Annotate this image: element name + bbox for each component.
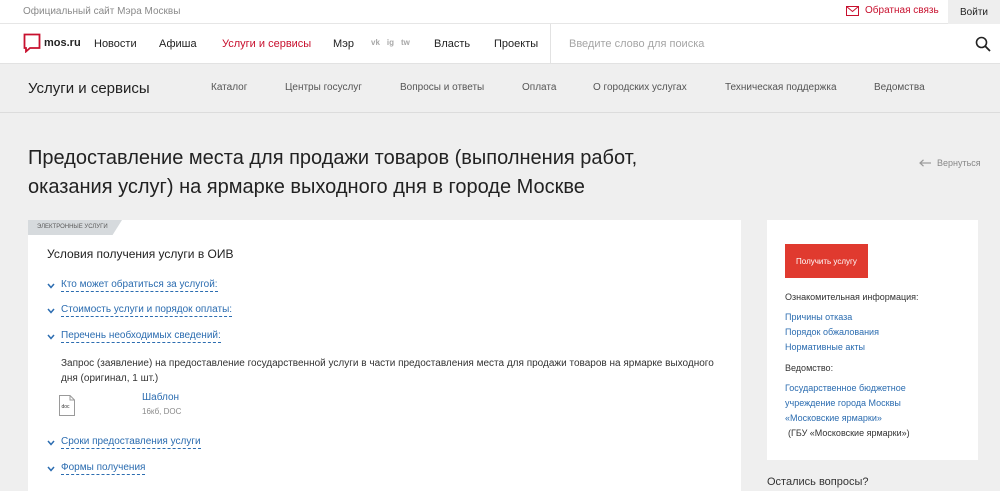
page-title-line-2: оказания услуг) на ярмарке выходного дня… xyxy=(28,176,585,198)
subnav-faq[interactable]: Вопросы и ответы xyxy=(400,82,484,93)
page-title: Предоставление места для продажи товаров… xyxy=(28,144,788,202)
nav-news[interactable]: Новости xyxy=(94,38,137,50)
accordion-label: Кто может обратиться за услугой: xyxy=(61,279,218,292)
department-label: Ведомство: xyxy=(785,363,834,373)
accordion-who-can-apply[interactable]: Кто может обратиться за услугой: xyxy=(47,279,218,292)
subnav-support[interactable]: Техническая поддержка xyxy=(725,82,837,93)
electronic-services-tag: Электронные услуги xyxy=(28,220,122,235)
social-links: vk ig tw xyxy=(371,38,410,47)
feedback-label: Обратная связь xyxy=(865,5,939,16)
arrow-left-icon xyxy=(919,159,931,167)
accordion-label: Формы получения xyxy=(61,462,146,475)
link-regulations[interactable]: Нормативные акты xyxy=(785,342,865,352)
request-line-2: дня (оригинал, 1 шт.) xyxy=(61,373,159,384)
more-questions-heading: Остались вопросы? xyxy=(767,476,869,488)
top-bar: Официальный сайт Мэра Москвы Обратная св… xyxy=(0,0,1000,24)
logo-text: mos.ru xyxy=(44,37,81,49)
nav-projects[interactable]: Проекты xyxy=(494,38,538,50)
envelope-icon xyxy=(846,5,859,16)
doc-file-icon: doc xyxy=(59,395,75,416)
chevron-down-icon xyxy=(47,466,55,472)
nav-services[interactable]: Услуги и сервисы xyxy=(222,38,311,50)
official-site-label: Официальный сайт Мэра Москвы xyxy=(23,6,181,17)
service-sidebar: Получить услугу Ознакомительная информац… xyxy=(767,220,978,460)
subnav-service-centers[interactable]: Центры госуслуг xyxy=(285,82,362,93)
request-line-1: Запрос (заявление) на предоставление гос… xyxy=(61,358,714,369)
nav-afisha[interactable]: Афиша xyxy=(159,38,197,50)
logo-icon xyxy=(23,33,41,53)
conditions-heading: Условия получения услуги в ОИВ xyxy=(47,247,234,261)
chevron-down-icon xyxy=(47,283,55,289)
accordion-cost[interactable]: Стоимость услуги и порядок оплаты: xyxy=(47,304,233,317)
subnav-departments[interactable]: Ведомства xyxy=(874,82,925,93)
services-subnav: Услуги и сервисы Каталог Центры госуслуг… xyxy=(0,65,1000,113)
search-input[interactable] xyxy=(550,24,930,64)
nav-mayor[interactable]: Мэр xyxy=(333,38,354,50)
link-refusal-reasons[interactable]: Причины отказа xyxy=(785,312,852,322)
back-label: Вернуться xyxy=(937,158,981,168)
request-description: Запрос (заявление) на предоставление гос… xyxy=(61,356,731,386)
accordion-label: Стоимость услуги и порядок оплаты: xyxy=(61,304,233,317)
search-icon[interactable] xyxy=(975,36,991,52)
department-link-line-3[interactable]: «Московские ярмарки» xyxy=(785,413,882,423)
nav-government[interactable]: Власть xyxy=(434,38,470,50)
feedback-link[interactable]: Обратная связь xyxy=(846,5,939,16)
chevron-down-icon xyxy=(47,440,55,446)
doc-badge: doc xyxy=(62,404,71,410)
subnav-about-services[interactable]: О городских услугах xyxy=(593,82,687,93)
service-conditions-card: Электронные услуги Условия получения усл… xyxy=(28,220,741,491)
department-link-line-1[interactable]: Государственное бюджетное xyxy=(785,383,906,393)
login-button[interactable]: Войти xyxy=(948,0,1000,24)
accordion-terms[interactable]: Сроки предоставления услуги xyxy=(47,436,201,449)
link-appeal-procedure[interactable]: Порядок обжалования xyxy=(785,327,879,337)
template-download-link[interactable]: Шаблон xyxy=(142,392,179,403)
chevron-down-icon xyxy=(47,334,55,340)
mos-logo[interactable]: mos.ru xyxy=(23,33,81,53)
instagram-icon[interactable]: ig xyxy=(387,38,394,47)
vk-icon[interactable]: vk xyxy=(371,38,380,47)
accordion-required-info[interactable]: Перечень необходимых сведений: xyxy=(47,330,221,343)
template-meta: 16кб, DOC xyxy=(142,407,182,416)
department-link-line-2[interactable]: учреждение города Москвы xyxy=(785,398,901,408)
accordion-label: Перечень необходимых сведений: xyxy=(61,330,221,343)
get-service-button[interactable]: Получить услугу xyxy=(785,244,868,278)
accordion-label: Сроки предоставления услуги xyxy=(61,436,201,449)
page-title-line-1: Предоставление места для продажи товаров… xyxy=(28,147,638,169)
twitter-icon[interactable]: tw xyxy=(401,38,410,47)
department-short-name: (ГБУ «Московские ярмарки») xyxy=(788,428,910,438)
section-title: Услуги и сервисы xyxy=(28,80,150,97)
accordion-forms[interactable]: Формы получения xyxy=(47,462,146,475)
back-link[interactable]: Вернуться xyxy=(919,158,981,168)
subnav-payment[interactable]: Оплата xyxy=(522,82,556,93)
subnav-catalog[interactable]: Каталог xyxy=(211,82,247,93)
chevron-down-icon xyxy=(47,308,55,314)
info-label: Ознакомительная информация: xyxy=(785,292,919,302)
